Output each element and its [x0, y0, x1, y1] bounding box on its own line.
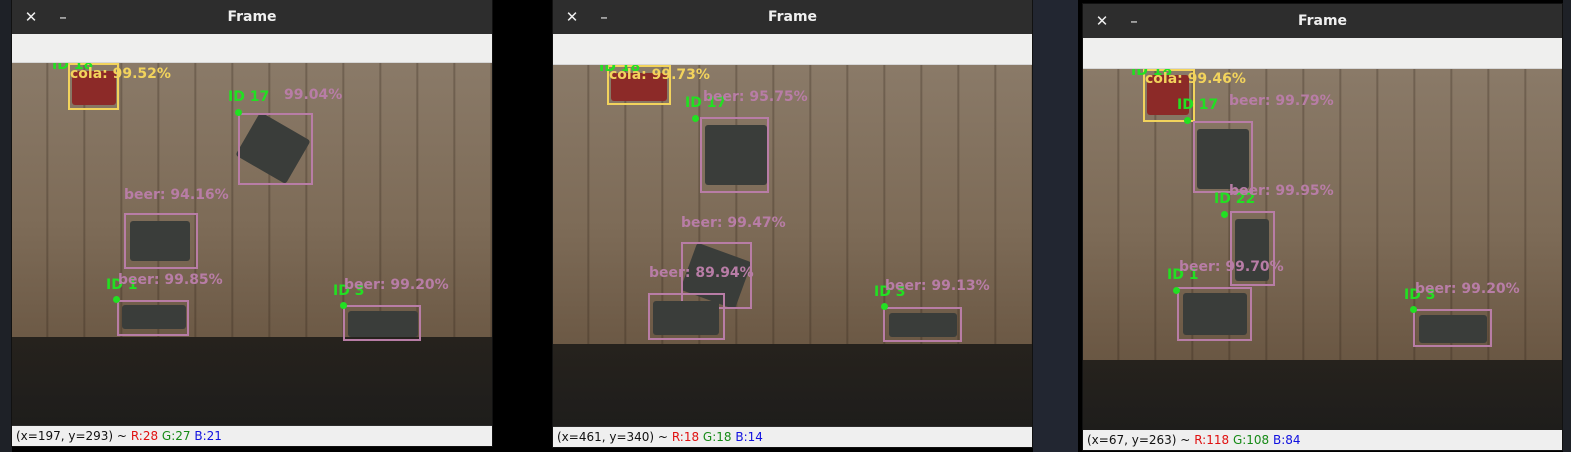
floor-shadow [1083, 360, 1562, 430]
beer-bbox [1177, 287, 1252, 341]
track-point [1173, 287, 1180, 294]
window-title: Frame [767, 9, 818, 25]
beer-score-label: beer: 99.95% [1229, 183, 1334, 199]
beer-bbox [117, 300, 189, 336]
beer-bbox [1413, 309, 1492, 347]
track-id-label: ID 17 [228, 89, 270, 105]
toolbar [553, 34, 1032, 65]
status-red: R:118 [1194, 433, 1230, 447]
beer-score-label: beer: 99.79% [1229, 93, 1334, 109]
track-point [881, 303, 888, 310]
status-red: R:28 [130, 429, 159, 443]
toolbar [1083, 38, 1562, 69]
floor-shadow [553, 344, 1032, 426]
toolbar [12, 34, 492, 63]
frame-window-2[interactable]: ✕ – Frame ID 18 cola: 99.73% ID 17 beer:… [553, 0, 1032, 447]
background-gap [493, 0, 545, 452]
status-blue: B:84 [1273, 433, 1301, 447]
track-point [692, 115, 699, 122]
status-bar: (x=197, y=293) ~ R:28 G:27 B:21 [12, 426, 492, 446]
title-bar[interactable]: ✕ – Frame [1083, 4, 1562, 38]
status-bar: (x=461, y=340) ~ R:18 G:18 B:14 [553, 427, 1032, 447]
status-red: R:18 [671, 430, 700, 444]
background-editor-right [1563, 0, 1571, 452]
status-coords: (x=197, y=293) ~ [16, 429, 127, 443]
beer-score-label: beer: 95.75% [703, 89, 808, 105]
video-frame: ID 18 cola: 99.46% ID 17 beer: 99.79% ID… [1083, 69, 1562, 430]
beer-bbox [124, 213, 198, 269]
status-blue: B:21 [194, 429, 222, 443]
beer-score-label: beer: 99.85% [118, 272, 223, 288]
beer-score-label: beer: 89.94% [649, 265, 754, 281]
track-point [235, 109, 242, 116]
status-green: G:27 [161, 429, 191, 443]
window-title: Frame [227, 9, 277, 25]
status-coords: (x=67, y=263) ~ [1087, 433, 1191, 447]
beer-bbox [883, 307, 962, 342]
track-id-label: ID 17 [1177, 97, 1219, 113]
floor-shadow [12, 337, 492, 425]
beer-score-label: 99.04% [284, 87, 343, 103]
cola-score-label: cola: 99.46% [1145, 71, 1246, 87]
status-bar: (x=67, y=263) ~ R:118 G:108 B:84 [1083, 430, 1562, 450]
beer-bbox [648, 293, 725, 340]
beer-score-label: beer: 94.16% [124, 187, 229, 203]
beer-bbox [238, 113, 313, 185]
beer-score-label: beer: 99.20% [1415, 281, 1520, 297]
frame-window-1[interactable]: ✕ – Frame ID 18 cola: 99.52% ID 17 99.04… [12, 0, 492, 446]
track-point [1184, 117, 1191, 124]
track-point [113, 296, 120, 303]
background-editor-middle [1033, 0, 1078, 452]
background-editor-left [0, 0, 12, 452]
video-frame: ID 18 cola: 99.52% ID 17 99.04% beer: 94… [12, 63, 492, 425]
track-point [1410, 306, 1417, 313]
beer-score-label: beer: 99.70% [1179, 259, 1284, 275]
frame-window-3[interactable]: ✕ – Frame ID 18 cola: 99.46% ID 17 beer:… [1083, 4, 1562, 450]
track-point [1221, 211, 1228, 218]
beer-score-label: beer: 99.47% [681, 215, 786, 231]
beer-bbox [700, 117, 769, 193]
status-coords: (x=461, y=340) ~ [557, 430, 668, 444]
beer-bbox [343, 305, 421, 341]
video-frame: ID 18 cola: 99.73% ID 17 beer: 95.75% be… [553, 65, 1032, 426]
beer-score-label: beer: 99.20% [344, 277, 449, 293]
status-blue: B:14 [735, 430, 763, 444]
track-point [340, 302, 347, 309]
cola-score-label: cola: 99.52% [70, 66, 171, 82]
status-green: G:18 [702, 430, 732, 444]
title-bar[interactable]: ✕ – Frame [12, 0, 492, 34]
window-title: Frame [1297, 13, 1348, 29]
title-bar[interactable]: ✕ – Frame [553, 0, 1032, 34]
beer-score-label: beer: 99.13% [885, 278, 990, 294]
cola-score-label: cola: 99.73% [609, 67, 710, 83]
status-green: G:108 [1232, 433, 1270, 447]
